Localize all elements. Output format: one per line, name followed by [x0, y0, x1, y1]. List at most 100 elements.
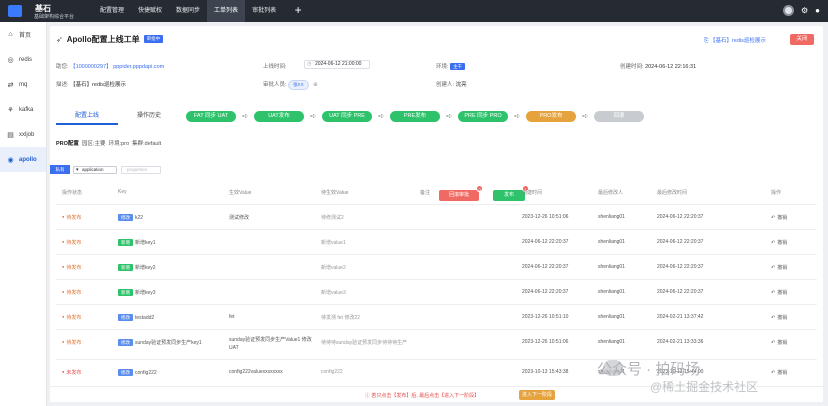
next-stage-button[interactable]: 进入下一阶段 [519, 390, 555, 400]
watermark-line1: 公众号 · 拍码场 [597, 361, 701, 378]
row-created: 2023-12-26 10:51:06 [522, 339, 569, 345]
nav-item-config[interactable]: 配置管理 [93, 0, 131, 22]
sidebar-item-kafka[interactable]: ⚘ kafka [0, 97, 46, 122]
ns-label: 集群: [132, 141, 145, 147]
undo-button[interactable]: 撤销 [771, 289, 787, 296]
sidebar-item-apollo[interactable]: ◉ apollo [0, 147, 46, 172]
ticket-tabs: 配置上线 操作历史 [56, 109, 180, 125]
redis-link[interactable]: ⎘ 【基石】redis巡检展示 [704, 36, 766, 45]
flow-step-fat-uat[interactable]: FAT 同步 UAT [186, 111, 236, 122]
table-row: 待发布 修改sunday验证预发同步生产key1 sunday验证预发同步生产V… [56, 329, 817, 359]
row-modified: 2024-06-12 22:20:37 [657, 214, 704, 220]
sidebar-item-xxljob[interactable]: ▤ xxljob [0, 122, 46, 147]
col-op: 操作 [771, 190, 782, 196]
project-meta: 助您: 【1000000297】 pppider.pppdapi.com [56, 62, 164, 70]
row-tag: 修改 [118, 314, 133, 321]
undo-button[interactable]: 撤销 [771, 239, 787, 246]
nav-item-approvals[interactable]: 审批列表 [245, 0, 283, 22]
user-avatar[interactable] [782, 5, 794, 16]
apollo-icon: ◉ [7, 156, 14, 164]
col-value: 生效Value [229, 190, 252, 196]
close-ticket-button[interactable]: 关闭 [790, 34, 814, 45]
nav-item-tickets[interactable]: 工单列表 [207, 0, 246, 22]
sidebar-item-home[interactable]: ⌂ 首页 [0, 22, 46, 47]
row-value: config222valuexxxxxxxx [229, 369, 283, 375]
flow-step-pro-publish[interactable]: PRO发布 [526, 111, 576, 122]
namespace-properties[interactable]: properties [121, 166, 161, 174]
flow-step-rollback[interactable]: 回滚 [594, 111, 644, 122]
col-key: Key [118, 189, 127, 195]
page-header: ➶ Apollo配置上线工单 审批中 [56, 33, 164, 45]
row-key-text: k22 [135, 215, 144, 221]
flow-step-uat-publish[interactable]: UAT发布 [254, 111, 304, 122]
add-approver-icon[interactable]: ⊕ [313, 82, 318, 88]
sidebar-item-redis[interactable]: ◎ redis [0, 47, 46, 72]
flow-step-pre-publish[interactable]: PRE发布 [390, 111, 440, 122]
env-meta: 环境: 主干 [436, 62, 466, 70]
row-tag: 修改 [118, 369, 133, 376]
row-key-text: config222 [135, 370, 157, 376]
kafka-icon: ⚘ [7, 106, 14, 114]
row-created: 2024-06-12 22:20:37 [522, 289, 569, 295]
namespace-select[interactable]: application [73, 166, 117, 174]
undo-button[interactable]: 撤销 [771, 314, 787, 321]
namespace-private-tag: 私有 [50, 165, 70, 174]
row-key: 修改 k22 [118, 214, 143, 221]
page-title: Apollo配置上线工单 [66, 34, 140, 44]
status-badge: 审批中 [143, 35, 164, 43]
row-tag: 新增 [118, 289, 133, 296]
tab-config-online[interactable]: 配置上线 [56, 109, 118, 125]
nav-item-quick-auth[interactable]: 快捷赋权 [131, 0, 169, 22]
flow-step-uat-pre[interactable]: UAT 同步 PRE [322, 111, 372, 122]
undo-button[interactable]: 撤销 [771, 214, 787, 221]
arrow-right-icon: ➪ [582, 113, 588, 120]
top-right-tools: ⚙ ● [782, 5, 820, 16]
row-pending: 新增value1 [321, 240, 346, 246]
sidebar-item-mq[interactable]: ⇄ mq [0, 72, 46, 97]
table-row: 待发布 修改testadd2 fet 待发测 fet 修改22 2023-12-… [56, 304, 817, 329]
table-header: 操作状态 Key 生效Value 待生效Value 备注 创建时间 最后修改人 … [56, 186, 817, 198]
row-pending: 新增value3 [321, 290, 346, 296]
col-note: 备注 [420, 190, 431, 196]
approver-tag[interactable]: 张XX [288, 80, 309, 90]
row-key: 新增 新增key3 [118, 289, 156, 296]
row-modified: 2024-02-21 13:33:36 [657, 339, 704, 345]
app-logo[interactable]: 基石 基础架构综合平台 [8, 2, 86, 20]
row-modifier: shenliang01 [598, 314, 625, 320]
row-key-text: sunday验证预发同步生产key1 [135, 340, 202, 346]
send-icon: ➶ [56, 34, 63, 44]
row-tag: 新增 [118, 239, 133, 246]
row-status: 待发布 [62, 289, 81, 296]
row-created: 2024-06-12 22:20:37 [522, 264, 569, 270]
table-row: 待发布 修改k22 测试修改 待修测试2 2023-12-26 10:51:06… [56, 204, 817, 229]
row-key: 新增 新增key1 [118, 239, 156, 246]
add-tab-button[interactable]: + [283, 0, 313, 22]
row-modifier: shenliang01 [598, 214, 625, 220]
cluster-label: 园区: [81, 141, 95, 147]
row-created: 2023-10-13 15:43:38 [522, 369, 569, 375]
row-modified: 2024-02-21 13:37:42 [657, 314, 704, 320]
col-modified: 最后修改时间 [657, 190, 688, 196]
arrow-right-icon: ➪ [378, 113, 384, 120]
project-id-link[interactable]: 【1000000297】 [70, 64, 112, 70]
undo-button[interactable]: 撤销 [771, 264, 787, 271]
row-pending: 待发测 fet 修改22 [321, 315, 360, 321]
creator-label: 创建人: [436, 82, 455, 88]
undo-button[interactable]: 撤销 [771, 369, 787, 376]
row-key-text: testadd2 [135, 315, 155, 321]
desc-label: 描述: [56, 82, 69, 88]
col-modifier: 最后修改人 [598, 190, 624, 196]
online-time-field[interactable]: 2024-06-12 21:00:00 [304, 60, 370, 69]
row-key: 新增 新增key2 [118, 264, 156, 271]
row-status: 未发布 [62, 369, 81, 376]
tab-history[interactable]: 操作历史 [118, 109, 180, 125]
sidebar: ⌂ 首页 ◎ redis ⇄ mq ⚘ kafka ▤ xxljob ◉ apo… [0, 22, 47, 406]
row-key: 修改 sunday验证预发同步生产key1 [118, 339, 202, 346]
nav-item-data-sync[interactable]: 数据同步 [169, 0, 207, 22]
arrow-right-icon: ➪ [242, 113, 248, 120]
user-icon[interactable]: ● [815, 5, 820, 16]
undo-button[interactable]: 撤销 [771, 339, 787, 346]
gear-icon[interactable]: ⚙ [801, 5, 808, 16]
project-domain-link[interactable]: pppider.pppdapi.com [113, 64, 164, 70]
flow-step-pre-pro[interactable]: PRE 同步 PRO [458, 111, 508, 122]
